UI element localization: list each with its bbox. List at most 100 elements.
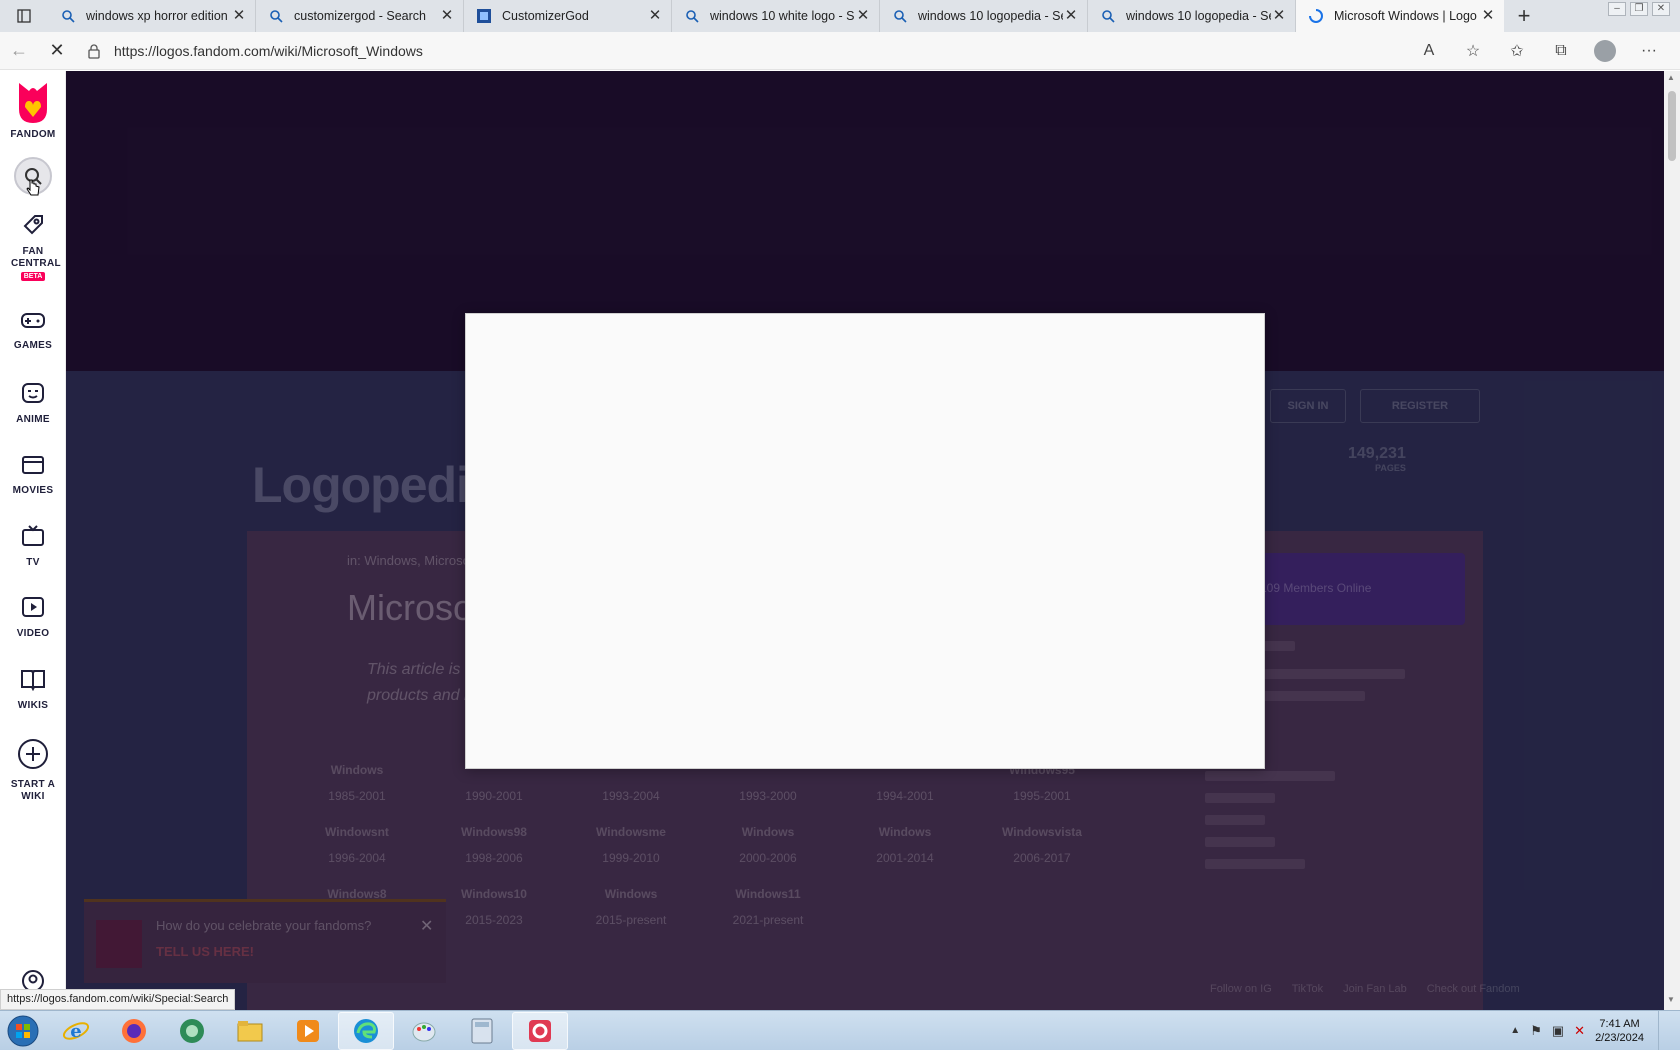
taskbar-internet-explorer[interactable]: e bbox=[48, 1012, 104, 1050]
start-button[interactable] bbox=[0, 1011, 46, 1050]
sidebar-item-video[interactable]: VIDEO bbox=[0, 595, 66, 640]
browser-tab[interactable]: Microsoft Windows | Logo ✕ bbox=[1296, 0, 1504, 32]
plus-circle-icon bbox=[17, 738, 49, 775]
sidebar-item-label: VIDEO bbox=[16, 628, 50, 639]
bing-search-icon bbox=[60, 8, 76, 24]
tab-close-button[interactable]: ✕ bbox=[439, 8, 455, 24]
read-aloud-icon: A bbox=[1423, 41, 1435, 59]
windows-taskbar: e ▲ ⚑ ▣ ✕ 7:41 AM 2/23/2024 bbox=[0, 1010, 1680, 1050]
taskbar-customizergod[interactable] bbox=[512, 1011, 568, 1050]
gamepad-icon bbox=[20, 309, 46, 336]
tv-icon bbox=[21, 524, 45, 553]
sidebar-item-label: START A WIKI bbox=[10, 779, 56, 802]
taskbar-file-explorer[interactable] bbox=[222, 1012, 278, 1050]
taskbar-edge[interactable] bbox=[338, 1011, 394, 1050]
taskbar-paint[interactable] bbox=[396, 1012, 452, 1050]
media-app-icon bbox=[180, 1018, 204, 1043]
browser-tab[interactable]: CustomizerGod ✕ bbox=[464, 0, 672, 32]
tab-title: windows xp horror edition bbox=[86, 9, 228, 23]
new-tab-button[interactable]: + bbox=[1504, 0, 1544, 32]
beta-badge: BETA bbox=[20, 272, 46, 281]
browser-tab[interactable]: windows 10 white logo - Se ✕ bbox=[672, 0, 880, 32]
browser-tab[interactable]: customizergod - Search ✕ bbox=[256, 0, 464, 32]
back-arrow-icon: ← bbox=[10, 40, 28, 60]
lock-icon bbox=[88, 43, 100, 59]
profile-button[interactable] bbox=[1592, 38, 1618, 64]
fandom-home-link[interactable]: FANDOM bbox=[0, 81, 66, 141]
anime-face-icon bbox=[21, 381, 45, 410]
taskbar-calculator[interactable] bbox=[454, 1012, 510, 1050]
site-favicon bbox=[476, 8, 492, 24]
taskbar-media-player[interactable] bbox=[280, 1012, 336, 1050]
scroll-down-icon[interactable]: ▼ bbox=[1667, 995, 1675, 1004]
sidebar-item-tv[interactable]: TV bbox=[0, 524, 66, 569]
stop-loading-button[interactable]: ✕ bbox=[38, 36, 76, 66]
media-player-icon bbox=[297, 1019, 319, 1042]
tab-close-button[interactable]: ✕ bbox=[231, 8, 247, 24]
show-desktop-button[interactable] bbox=[1658, 1010, 1666, 1050]
fandom-brand-label: FANDOM bbox=[10, 129, 56, 140]
sidebar-item-wikis[interactable]: WIKIS bbox=[0, 667, 66, 712]
paint-icon bbox=[412, 1022, 436, 1041]
collections-icon: ⧉ bbox=[1555, 41, 1567, 59]
sidebar-item-movies[interactable]: MOVIES bbox=[0, 452, 66, 497]
status-url-tooltip: https://logos.fandom.com/wiki/Special:Se… bbox=[0, 989, 236, 1010]
url-text: https://logos.fandom.com/wiki/Microsoft_… bbox=[114, 42, 423, 59]
tab-close-button[interactable]: ✕ bbox=[647, 8, 663, 24]
url-field[interactable]: https://logos.fandom.com/wiki/Microsoft_… bbox=[86, 37, 1366, 65]
scrollbar-thumb[interactable] bbox=[1668, 91, 1676, 161]
browser-tab[interactable]: windows 10 logopedia - Se ✕ bbox=[1088, 0, 1296, 32]
volume-muted-icon[interactable]: ✕ bbox=[1574, 1023, 1585, 1039]
sidebar-item-anime[interactable]: ANIME bbox=[0, 381, 66, 426]
windows-orb-icon bbox=[7, 1015, 39, 1046]
bing-search-icon bbox=[684, 8, 700, 24]
sidebar-item-start-a-wiki[interactable]: START A WIKI bbox=[0, 738, 66, 803]
ellipsis-icon: ··· bbox=[1641, 41, 1657, 59]
collections-button[interactable]: ⧉ bbox=[1548, 38, 1574, 64]
sidebar-item-fan-central[interactable]: FAN CENTRAL BETA bbox=[0, 213, 66, 281]
avatar-icon bbox=[1594, 39, 1616, 62]
sidebar-item-label: ANIME bbox=[16, 414, 50, 425]
taskbar-clock[interactable]: 7:41 AM 2/23/2024 bbox=[1595, 1017, 1644, 1045]
browser-tab[interactable]: windows 10 logopedia - Se ✕ bbox=[880, 0, 1088, 32]
scroll-up-icon[interactable]: ▲ bbox=[1667, 73, 1675, 82]
tab-title: CustomizerGod bbox=[502, 9, 589, 23]
minimize-button[interactable]: – bbox=[1608, 2, 1626, 16]
close-window-button[interactable]: ✕ bbox=[1652, 2, 1670, 16]
tab-close-button[interactable]: ✕ bbox=[1271, 8, 1287, 24]
sidebar-item-label: GAMES bbox=[13, 340, 53, 351]
tab-close-button[interactable]: ✕ bbox=[1063, 8, 1079, 24]
tab-close-button[interactable]: ✕ bbox=[855, 8, 871, 24]
clock-date: 2/23/2024 bbox=[1595, 1031, 1644, 1044]
add-favorite-button[interactable]: ☆ bbox=[1460, 38, 1486, 64]
tab-title: windows 10 white logo - Se bbox=[710, 9, 855, 23]
taskbar-firefox[interactable] bbox=[106, 1012, 162, 1050]
tab-actions-button[interactable] bbox=[0, 0, 48, 32]
tab-title: customizergod - Search bbox=[294, 9, 427, 23]
restore-button[interactable]: ❐ bbox=[1630, 2, 1648, 16]
settings-menu-button[interactable]: ··· bbox=[1636, 38, 1662, 64]
show-hidden-icons-button[interactable]: ▲ bbox=[1510, 1025, 1520, 1036]
browser-tab-strip: windows xp horror edition ✕ customizergod … bbox=[0, 0, 1680, 32]
sidebar-item-games[interactable]: GAMES bbox=[0, 309, 66, 352]
page-scrollbar[interactable]: ▲ ▼ bbox=[1664, 71, 1680, 1010]
browser-toolbar: A ☆ ✩ ⧉ ··· bbox=[1416, 38, 1680, 64]
favorites-button[interactable]: ✩ bbox=[1504, 38, 1530, 64]
back-button[interactable]: ← bbox=[0, 36, 38, 66]
folder-icon bbox=[237, 1020, 263, 1041]
bing-search-icon bbox=[892, 8, 908, 24]
star-plus-icon: ☆ bbox=[1465, 42, 1481, 60]
gear-icon bbox=[529, 1019, 551, 1042]
sidebar-search-button[interactable] bbox=[0, 157, 66, 196]
action-center-icon[interactable]: ⚑ bbox=[1530, 1023, 1542, 1039]
window-controls: – ❐ ✕ bbox=[1608, 0, 1680, 32]
read-aloud-button[interactable]: A bbox=[1416, 38, 1442, 64]
taskbar-media-app[interactable] bbox=[164, 1012, 220, 1050]
browser-tab[interactable]: windows xp horror edition ✕ bbox=[48, 0, 256, 32]
favorites-icon: ✩ bbox=[1510, 42, 1524, 60]
network-icon[interactable]: ▣ bbox=[1552, 1023, 1564, 1039]
rocket-icon bbox=[21, 213, 45, 242]
tab-title: windows 10 logopedia - Se bbox=[918, 9, 1063, 23]
tab-close-button[interactable]: ✕ bbox=[1480, 8, 1496, 24]
sidebar-item-label: FAN CENTRAL bbox=[11, 246, 61, 269]
